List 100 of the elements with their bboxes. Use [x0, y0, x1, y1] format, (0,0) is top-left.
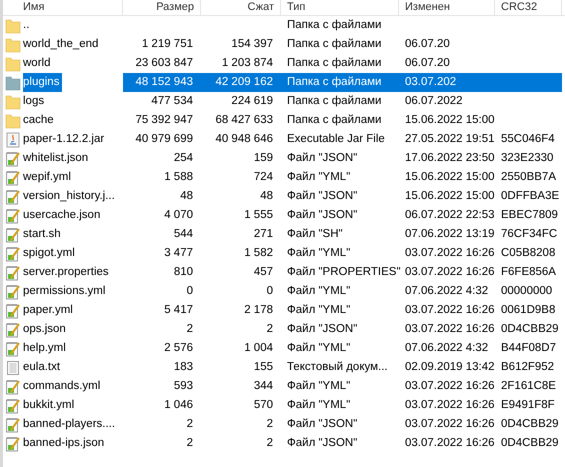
- table-cell-text: 15.06.2022 15:00: [404, 189, 495, 204]
- file-name[interactable]: spigot.yml: [23, 244, 78, 263]
- table-cell-text: 4 070: [163, 208, 194, 223]
- script-file-icon: [5, 322, 21, 338]
- table-cell-text: Файл "JSON": [286, 322, 358, 337]
- table-cell-text: 2: [186, 417, 194, 432]
- table-cell-text: Файл "SH": [286, 227, 344, 242]
- file-name[interactable]: wepif.yml: [23, 168, 74, 187]
- folder-icon: [5, 94, 21, 110]
- table-cell-text: 2F161C8E: [500, 379, 557, 394]
- table-cell-text: EBEC7809: [500, 208, 559, 223]
- file-name[interactable]: ops.json: [23, 320, 69, 339]
- table-cell-text: 0DFFBA3E: [500, 189, 560, 204]
- table-cell-text: 0061D9B8: [500, 303, 556, 318]
- table-cell-text: Текстовый докум...: [286, 360, 389, 375]
- table-cell-text: 17.06.2022 23:50: [404, 151, 495, 166]
- table-cell-text: Файл "YML": [286, 246, 352, 261]
- table-cell-text: 06.07.2022 22:53: [404, 208, 495, 223]
- script-file-icon: [5, 208, 21, 224]
- script-file-icon: [5, 302, 21, 318]
- table-cell-text: 1 203 874: [220, 56, 274, 71]
- file-name[interactable]: bukkit.yml: [23, 396, 78, 415]
- table-cell-text: Файл "YML": [286, 284, 352, 299]
- column-header[interactable]: Имя: [3, 0, 123, 15]
- table-cell-text: Файл "JSON": [286, 436, 358, 451]
- table-cell-text: 1 046: [163, 398, 194, 413]
- file-name[interactable]: world: [23, 54, 54, 73]
- file-name[interactable]: world_the_end: [23, 35, 102, 54]
- table-cell-text: E9491F8F: [500, 398, 556, 413]
- column-header[interactable]: Сжат: [201, 0, 281, 15]
- table-cell-text: 0: [266, 284, 274, 299]
- table-cell-text: Папка с файлами: [286, 37, 382, 52]
- table-cell-text: Папка с файлами: [286, 18, 382, 33]
- file-name[interactable]: cache: [23, 111, 57, 130]
- file-name[interactable]: banned-players....: [23, 415, 118, 434]
- table-cell-text: 154 397: [230, 37, 274, 52]
- table-cell-text: 03.07.2022 16:26: [404, 322, 495, 337]
- table-cell: 48 152 943: [123, 73, 201, 92]
- table-cell-text: 1 555: [243, 208, 274, 223]
- table-cell-text: 344: [252, 379, 274, 394]
- column-header[interactable]: Тип: [281, 0, 399, 15]
- table-cell-text: F6FE856A: [500, 265, 557, 280]
- table-cell-text: 155: [252, 360, 274, 375]
- file-name[interactable]: start.sh: [23, 225, 64, 244]
- script-file-icon: [5, 170, 21, 186]
- table-cell-text: 02.09.2019 13:42: [404, 360, 495, 375]
- table-cell-text: 2 576: [163, 341, 194, 356]
- table-cell-text: Файл "YML": [286, 170, 352, 185]
- file-name[interactable]: server.properties: [23, 263, 112, 282]
- java-file-icon: [5, 132, 21, 148]
- table-cell-text: 159: [252, 151, 274, 166]
- table-cell-text: B612F952: [500, 360, 556, 375]
- file-name[interactable]: paper.yml: [23, 301, 76, 320]
- table-cell-text: 2: [186, 322, 194, 337]
- table-cell-text: Папка с файлами: [286, 113, 382, 128]
- file-name[interactable]: eula.txt: [23, 358, 64, 377]
- table-cell-text: Папка с файлами: [286, 94, 382, 109]
- table-cell-text: Файл "YML": [286, 341, 352, 356]
- table-cell-text: Файл "JSON": [286, 189, 358, 204]
- file-name[interactable]: whitelist.json: [23, 149, 92, 168]
- column-header[interactable]: CRC32: [495, 0, 562, 15]
- file-name[interactable]: plugins: [23, 73, 62, 92]
- column-header[interactable]: Изменен: [399, 0, 495, 15]
- table-cell-text: 75 392 947: [134, 113, 194, 128]
- file-name[interactable]: ..: [23, 16, 32, 35]
- table-cell-text: 2: [186, 436, 194, 451]
- table-cell-text: 3 477: [163, 246, 194, 261]
- table-cell-text: 15.06.2022 15:00: [404, 170, 495, 185]
- script-file-icon: [5, 264, 21, 280]
- file-name[interactable]: paper-1.12.2.jar: [23, 130, 108, 149]
- table-cell-text: 76CF34FC: [500, 227, 558, 242]
- table-cell-text: 68 427 633: [214, 113, 274, 128]
- file-name[interactable]: usercache.json: [23, 206, 104, 225]
- table-cell-text: 0D4CBB29: [500, 436, 560, 451]
- file-name[interactable]: banned-ips.json: [23, 434, 108, 453]
- table-cell-text: 07.06.2022 4:32: [404, 284, 490, 299]
- script-file-icon: [5, 378, 21, 394]
- table-cell-text: 55C046F4: [500, 132, 556, 147]
- file-name[interactable]: version_history.j...: [23, 187, 118, 206]
- table-cell-text: 48: [179, 189, 194, 204]
- table-cell-text: 2: [266, 322, 274, 337]
- script-file-icon: [5, 150, 21, 166]
- folder-icon: [5, 36, 21, 52]
- table-cell-text: 40 948 646: [214, 132, 274, 147]
- script-file-icon: [5, 246, 21, 262]
- file-name[interactable]: logs: [23, 92, 48, 111]
- column-header[interactable]: Размер: [123, 0, 201, 15]
- folder-icon: [5, 18, 21, 34]
- folder-icon: [5, 112, 21, 128]
- folder-icon: [5, 74, 21, 90]
- table-cell-text: 1 219 751: [140, 37, 194, 52]
- table-cell-text: 2 178: [243, 303, 274, 318]
- script-file-icon: [5, 436, 21, 452]
- file-name[interactable]: help.yml: [23, 339, 69, 358]
- table-cell-text: Файл "YML": [286, 398, 352, 413]
- script-file-icon: [5, 226, 21, 242]
- file-name[interactable]: permissions.yml: [23, 282, 108, 301]
- file-name[interactable]: commands.yml: [23, 377, 104, 396]
- table-cell-text: Файл "YML": [286, 379, 352, 394]
- table-cell-text: 00000000: [500, 284, 554, 299]
